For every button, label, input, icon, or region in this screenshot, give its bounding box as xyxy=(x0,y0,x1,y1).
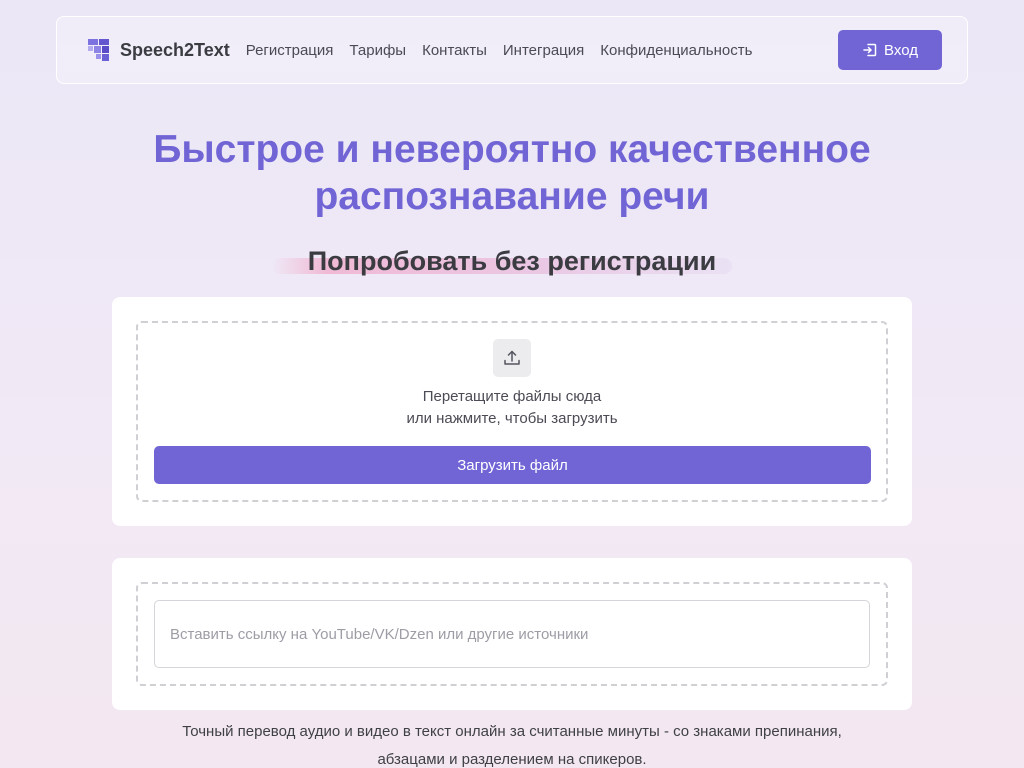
top-navbar: Speech2Text Регистрация Тарифы Контакты … xyxy=(56,16,968,84)
subtitle-text: Попробовать без регистрации xyxy=(307,246,717,276)
hero-title-line-2: распознавание речи xyxy=(314,175,710,218)
source-link-input[interactable] xyxy=(154,600,870,668)
nav-link-pricing[interactable]: Тарифы xyxy=(349,42,406,59)
nav-link-contacts[interactable]: Контакты xyxy=(422,42,487,59)
drop-text-line-2: или нажмите, чтобы загрузить xyxy=(406,410,618,427)
login-button-label: Вход xyxy=(884,41,918,59)
hero-title-line-1: Быстрое и невероятно качественное xyxy=(153,128,871,171)
login-icon xyxy=(863,43,877,57)
link-zone xyxy=(136,582,888,686)
upload-file-button[interactable]: Загрузить файл xyxy=(154,446,871,484)
drop-text-line-1: Перетащите файлы сюда xyxy=(422,388,602,405)
description-line-2: абзацами и разделением на спикеров. xyxy=(377,751,647,768)
nav-link-registration[interactable]: Регистрация xyxy=(246,42,334,59)
description-line-1: Точный перевод аудио и видео в текст онл… xyxy=(182,723,842,740)
nav-link-integration[interactable]: Интеграция xyxy=(503,42,584,59)
brand-link[interactable]: Speech2Text xyxy=(88,39,230,61)
upload-icon xyxy=(493,339,531,377)
login-button[interactable]: Вход xyxy=(838,30,942,70)
nav-links: Регистрация Тарифы Контакты Интеграция К… xyxy=(246,42,753,59)
nav-link-privacy[interactable]: Конфиденциальность xyxy=(600,42,752,59)
service-description: Точный перевод аудио и видео в текст онл… xyxy=(0,718,1024,768)
try-without-registration-heading: Попробовать без регистрации xyxy=(271,246,733,277)
link-card xyxy=(112,558,912,710)
drop-instructions: Перетащите файлы сюда или нажмите, чтобы… xyxy=(138,386,886,430)
brand-name: Speech2Text xyxy=(120,39,230,60)
grid-logo-icon xyxy=(88,39,109,61)
subtitle-wrap: Попробовать без регистрации xyxy=(0,246,1024,277)
file-dropzone[interactable]: Перетащите файлы сюда или нажмите, чтобы… xyxy=(136,321,888,502)
hero-title: Быстрое и невероятно качественное распоз… xyxy=(0,126,1024,220)
upload-card: Перетащите файлы сюда или нажмите, чтобы… xyxy=(112,297,912,526)
